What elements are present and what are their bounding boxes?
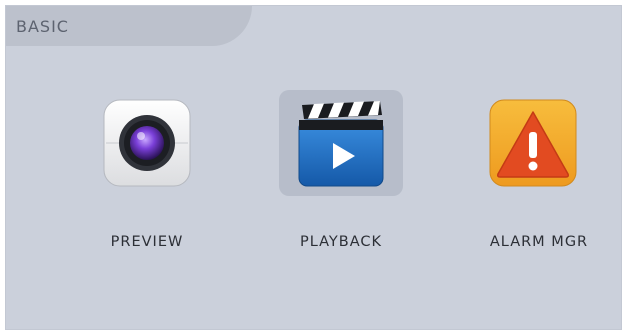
video-clapper-icon bbox=[298, 101, 384, 187]
preview-label: PREVIEW bbox=[110, 234, 184, 250]
playback-label: PLAYBACK bbox=[299, 234, 383, 250]
warning-icon bbox=[489, 99, 577, 187]
alarm-mgr-tile[interactable] bbox=[471, 90, 595, 196]
section-header: BASIC bbox=[6, 6, 252, 46]
playback-tile[interactable] bbox=[279, 90, 403, 196]
basic-panel: BASIC PREVIEW PLAYBACK ALARM MGR bbox=[5, 5, 622, 330]
camera-icon bbox=[103, 99, 191, 187]
preview-tile[interactable] bbox=[85, 90, 209, 196]
alarm-mgr-label: ALARM MGR bbox=[489, 234, 589, 250]
section-title: BASIC bbox=[16, 17, 69, 36]
